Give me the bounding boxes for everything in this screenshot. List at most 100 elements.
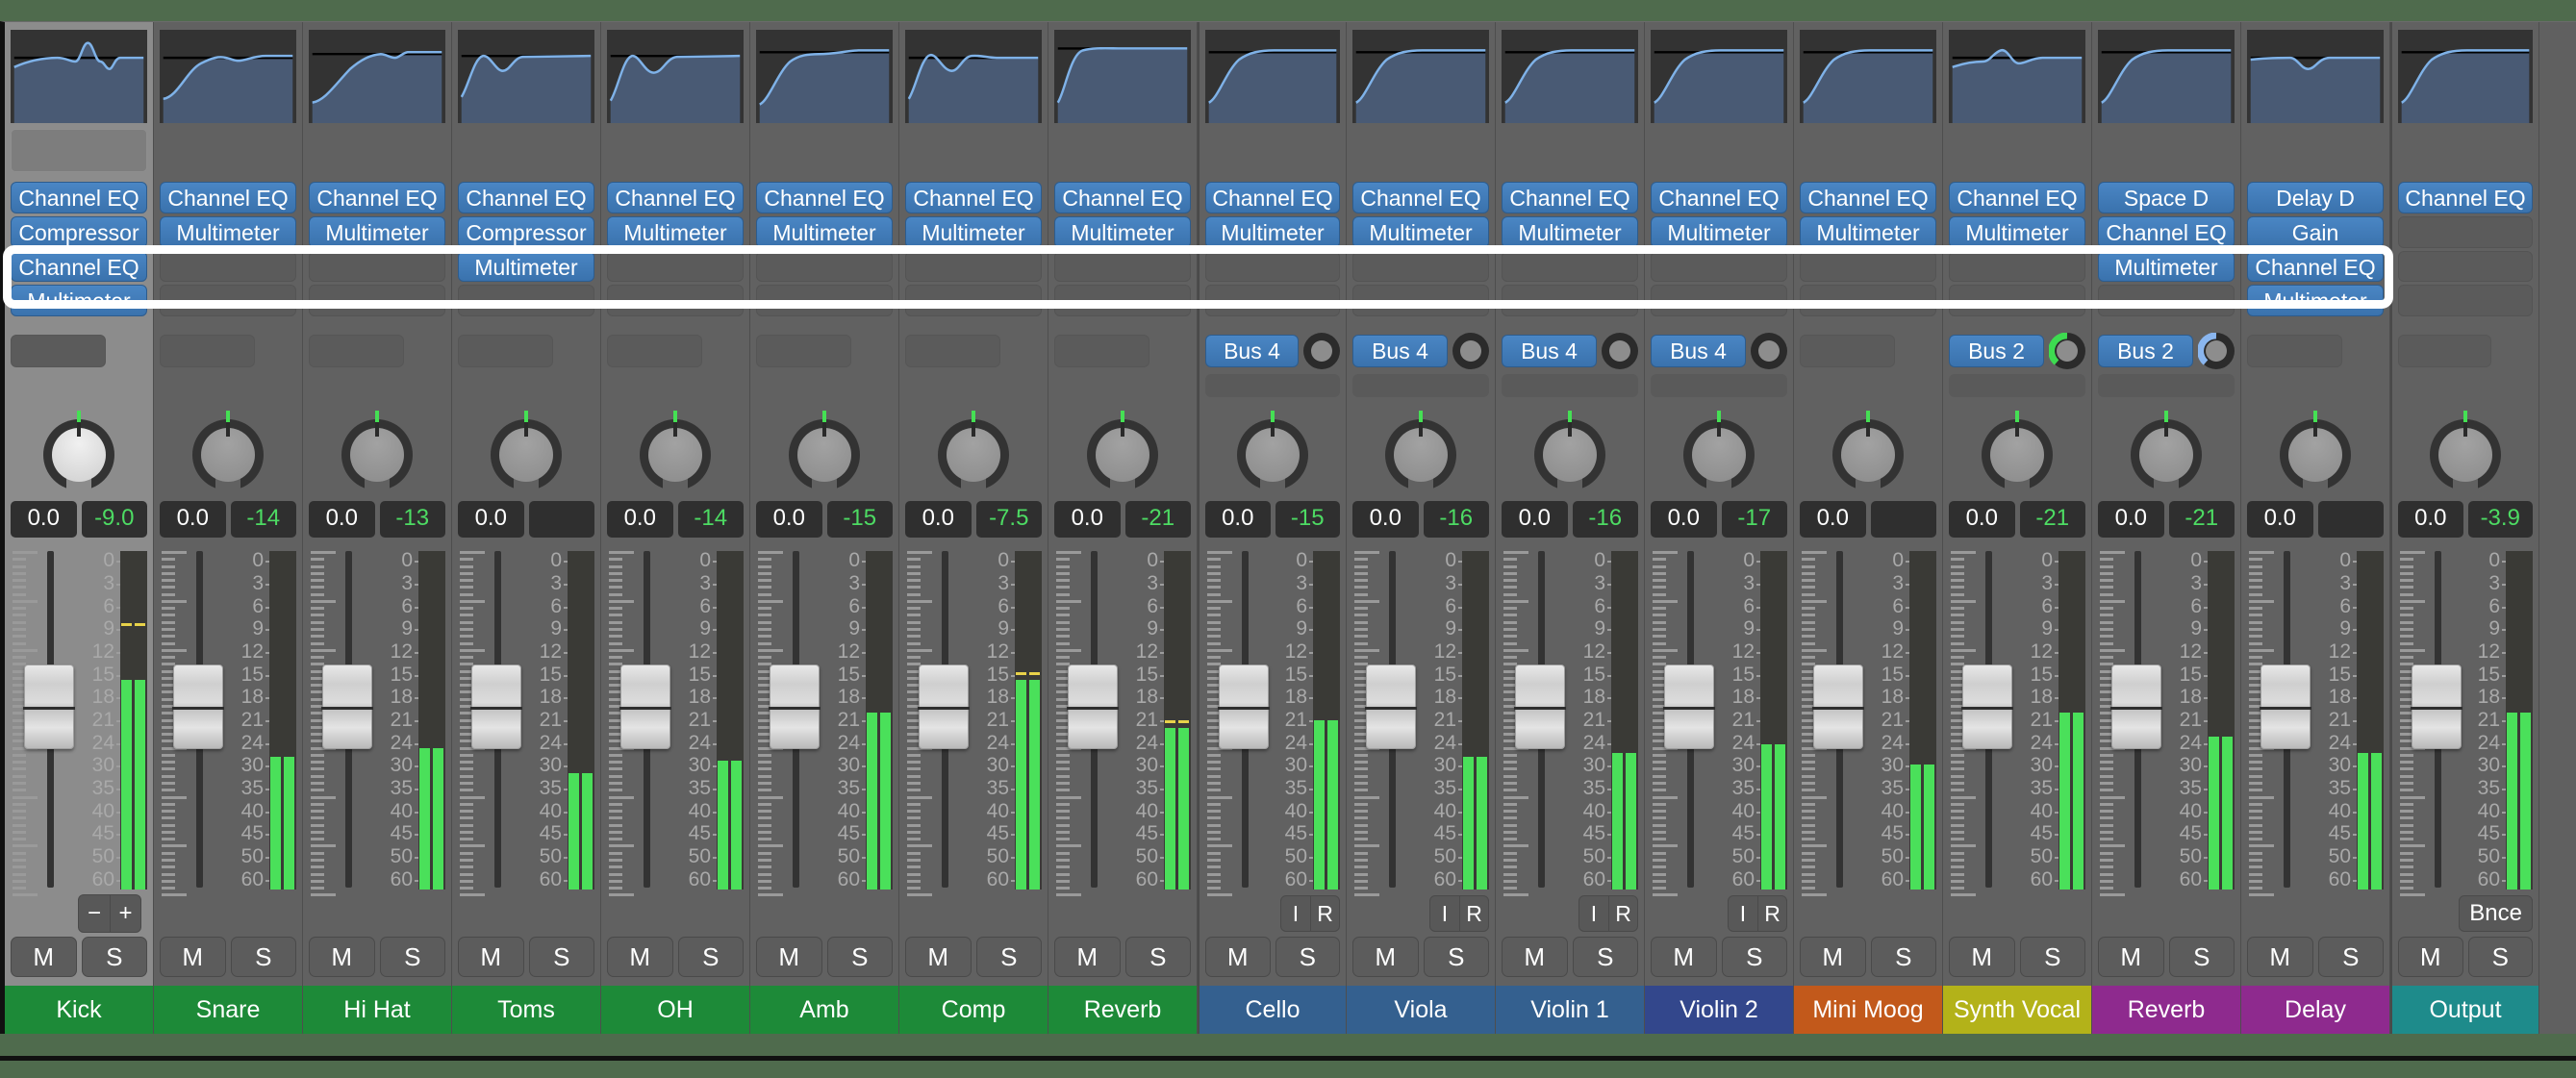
solo-button[interactable]: S [1124,937,1191,977]
volume-value[interactable]: -16 [1572,501,1638,538]
insert-slot-channel-eq[interactable]: Channel EQ [309,182,445,213]
insert-slot-empty[interactable] [160,250,296,283]
eq-curve-thumbnail[interactable] [458,30,594,123]
solo-button[interactable]: S [1721,937,1787,977]
record-enable-button[interactable]: R [1310,896,1339,931]
channel-strip-kick[interactable]: Channel EQ Compressor Channel EQ Multimeter… [5,22,154,1034]
fader-handle[interactable] [1663,664,1715,750]
pan-knob[interactable] [938,411,1009,492]
pan-knob[interactable] [341,411,413,492]
insert-slot-channel-eq[interactable]: Channel EQ [2398,182,2533,213]
send-slot-secondary[interactable] [1205,374,1340,397]
input-monitor-button[interactable]: I [1729,896,1757,931]
solo-button[interactable]: S [379,937,445,977]
channel-strip-output[interactable]: Channel EQ 0.0 -3.9 0 3 6 9 12 15 18 21 24 30 35 40 45 5… [2390,22,2539,1034]
insert-slot-space-d[interactable]: Space D [2098,182,2235,213]
solo-button[interactable]: S [1275,937,1340,977]
channel-strip-viola[interactable]: Channel EQ Multimeter Bus 4 0.0 -16 0 3 6 9 12 15 1… [1347,22,1496,1034]
mute-button[interactable]: M [309,937,375,977]
insert-slot-empty[interactable] [309,250,445,283]
insert-slot-empty[interactable] [2098,285,2235,316]
solo-button[interactable]: S [1572,937,1638,977]
channel-strip-reverb[interactable]: Channel EQ Multimeter 0.0 -21 0 3 6 9 12 15 18 21 24… [1048,22,1198,1034]
record-enable-button[interactable]: R [1608,896,1637,931]
insert-slot-empty[interactable] [1800,250,1936,283]
pan-knob[interactable] [789,411,860,492]
fader-zone[interactable] [458,547,522,897]
insert-slot-empty[interactable] [160,285,296,316]
insert-slot-empty[interactable] [1054,285,1191,316]
eq-curve-thumbnail[interactable] [1502,30,1638,123]
pan-value[interactable]: 0.0 [11,501,77,538]
mute-button[interactable]: M [1502,937,1568,977]
volume-value[interactable] [1870,501,1936,538]
channel-name-plate[interactable]: Output [2392,986,2538,1034]
channel-strip-reverb[interactable]: Space D Channel EQ Multimeter Bus 2 0.0 -21 0 3… [2092,22,2241,1034]
fader-zone[interactable] [1651,547,1715,897]
fader-handle[interactable] [2110,664,2162,750]
channel-name-plate[interactable]: Cello [1200,986,1346,1034]
channel-name-plate[interactable]: Mini Moog [1794,986,1942,1034]
fader-handle[interactable] [769,664,821,750]
eq-curve-thumbnail[interactable] [1800,30,1936,123]
pan-knob[interactable] [2131,411,2202,492]
channel-strip-oh[interactable]: Channel EQ Multimeter 0.0 -14 0 3 6 9 12 15 18 21 24… [601,22,750,1034]
eq-curve-thumbnail[interactable] [2098,30,2235,123]
insert-slot-empty[interactable] [1949,250,2085,283]
fader-zone[interactable] [1054,547,1119,897]
insert-slot-empty[interactable] [1651,250,1787,283]
pan-knob[interactable] [1832,411,1904,492]
solo-button[interactable]: S [975,937,1042,977]
fader-zone[interactable] [2398,547,2462,897]
channel-name-plate[interactable]: Viola [1347,986,1495,1034]
mute-button[interactable]: M [1054,937,1121,977]
fader-handle[interactable] [172,664,224,750]
pan-knob[interactable] [1087,411,1158,492]
send-slot-empty[interactable] [160,335,255,367]
fader-handle[interactable] [1514,664,1566,750]
pan-knob[interactable] [43,411,114,492]
pan-value[interactable]: 0.0 [2398,501,2463,538]
solo-button[interactable]: S [1423,937,1489,977]
insert-slot-multimeter[interactable]: Multimeter [1205,215,1340,248]
zoom-in-button[interactable]: + [110,895,140,932]
insert-slot-empty[interactable] [1949,285,2085,316]
mute-button[interactable]: M [2247,937,2313,977]
send-bus-button[interactable]: Bus 2 [1949,335,2044,367]
channel-name-plate[interactable]: OH [601,986,749,1034]
mute-button[interactable]: M [607,937,673,977]
fader-zone[interactable] [11,547,75,897]
send-slot-secondary[interactable] [1651,374,1787,397]
send-level-knob[interactable] [1602,333,1638,369]
pan-knob[interactable] [1385,411,1456,492]
send-slot-empty[interactable] [607,335,702,367]
send-slot-secondary[interactable] [1352,374,1489,397]
channel-name-plate[interactable]: Delay [2241,986,2389,1034]
mute-button[interactable]: M [1800,937,1866,977]
fader-zone[interactable] [1800,547,1864,897]
send-slot-empty[interactable] [2398,335,2491,367]
insert-slot-empty[interactable] [1502,250,1638,283]
insert-slot-channel-eq[interactable]: Channel EQ [1054,182,1191,213]
insert-slot-multimeter[interactable]: Multimeter [1502,215,1638,248]
volume-value[interactable]: -13 [379,501,445,538]
insert-slot-empty[interactable] [1502,285,1638,316]
fader-handle[interactable] [2411,664,2462,750]
insert-slot-multimeter[interactable]: Multimeter [11,285,147,316]
channel-name-plate[interactable]: Reverb [1048,986,1197,1034]
insert-slot-multimeter[interactable]: Multimeter [2098,250,2235,283]
channel-strip-violin-2[interactable]: Channel EQ Multimeter Bus 4 0.0 -17 0 3 6 9 12 15 1… [1645,22,1794,1034]
mute-button[interactable]: M [2098,937,2164,977]
insert-slot-compressor[interactable]: Compressor [11,215,147,248]
fader-zone[interactable] [905,547,970,897]
eq-curve-thumbnail[interactable] [160,30,296,123]
pan-knob[interactable] [2430,411,2501,492]
channel-name-plate[interactable]: Amb [750,986,898,1034]
channel-strip-synth-vocal[interactable]: Channel EQ Multimeter Bus 2 0.0 -21 0 3 6 9 12 15 1… [1943,22,2092,1034]
send-slot-empty[interactable] [905,335,1000,367]
send-slot-empty[interactable] [309,335,404,367]
solo-button[interactable]: S [677,937,744,977]
volume-value[interactable]: -21 [2019,501,2085,538]
send-slot-secondary[interactable] [1502,374,1638,397]
pan-knob[interactable] [491,411,562,492]
